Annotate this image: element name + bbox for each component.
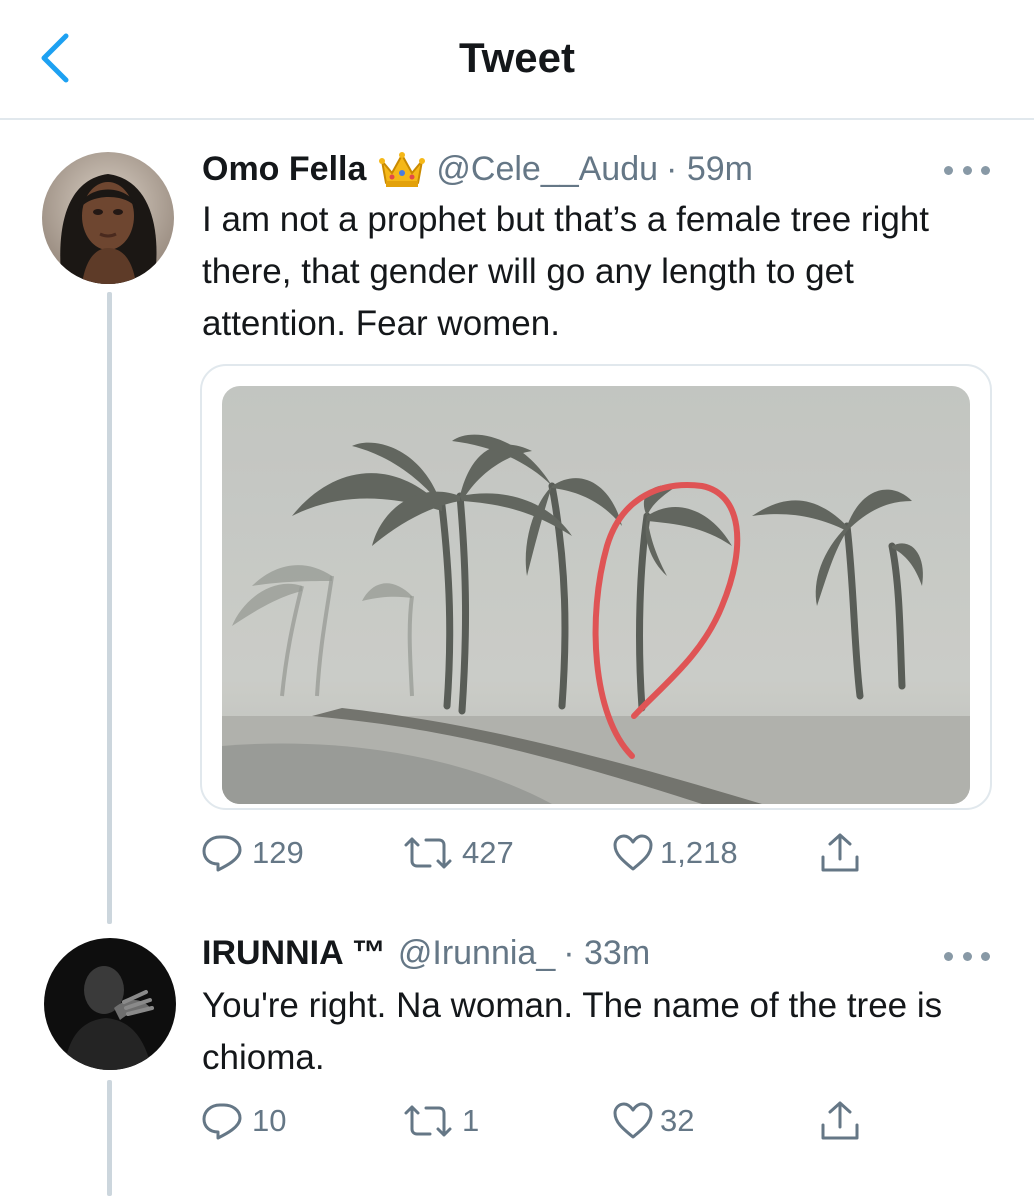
share-button[interactable] [818, 1096, 868, 1146]
share-button[interactable] [818, 828, 868, 878]
like-button[interactable]: 1,218 [612, 828, 738, 878]
user-handle[interactable]: @Cele__Audu [436, 150, 658, 189]
display-name[interactable]: IRUNNIA ™ [202, 934, 386, 973]
tweet-text: I am not a prophet but that’s a female t… [202, 200, 930, 343]
reply-icon [202, 1103, 242, 1140]
user-handle[interactable]: @Irunnia_ [398, 934, 555, 973]
reply-button[interactable]: 10 [200, 1096, 286, 1146]
thread-line [107, 1080, 112, 1196]
reply-count: 10 [252, 1103, 287, 1138]
crown-emoji-icon [379, 151, 426, 187]
more-icon [944, 951, 953, 961]
share-icon [821, 833, 859, 872]
display-name[interactable]: Omo Fella [202, 150, 366, 189]
like-count: 32 [660, 1103, 695, 1138]
share-icon [821, 1101, 859, 1140]
retweet-icon [404, 837, 452, 869]
retweet-count: 427 [462, 835, 514, 870]
avatar[interactable] [42, 152, 174, 284]
retweet-count: 1 [462, 1103, 480, 1138]
avatar[interactable] [44, 938, 176, 1070]
more-options-button[interactable] [944, 946, 990, 966]
like-count: 1,218 [660, 835, 738, 870]
tweet-actions: 10 1 32 [200, 1096, 900, 1146]
heart-icon [613, 834, 653, 871]
reply-count: 129 [252, 835, 304, 870]
page-title: Tweet [459, 34, 575, 81]
heart-icon [613, 1102, 653, 1139]
tweet-header: Omo Fella @Cele__Audu · 59m [202, 150, 753, 189]
more-options-button[interactable] [944, 160, 990, 180]
retweet-icon [404, 1105, 452, 1137]
tweet-text: You're right. Na woman. The name of the … [202, 986, 943, 1077]
reply-icon [202, 835, 242, 872]
thread-line [107, 292, 112, 924]
palm-trees-storm-photo [222, 386, 970, 804]
top-bar: Tweet [0, 0, 1034, 120]
tweet-media[interactable] [200, 364, 992, 810]
reply-button[interactable]: 129 [200, 828, 304, 878]
tweet-header: IRUNNIA ™ @Irunnia_ · 33m [202, 934, 650, 973]
retweet-button[interactable]: 427 [400, 828, 514, 878]
tweet-time: · 59m [666, 150, 753, 188]
more-icon [944, 165, 953, 175]
tweet-actions: 129 427 1,218 [200, 828, 900, 878]
retweet-button[interactable]: 1 [400, 1096, 479, 1146]
tweet-time: · 33m [563, 934, 651, 972]
like-button[interactable]: 32 [612, 1096, 694, 1146]
